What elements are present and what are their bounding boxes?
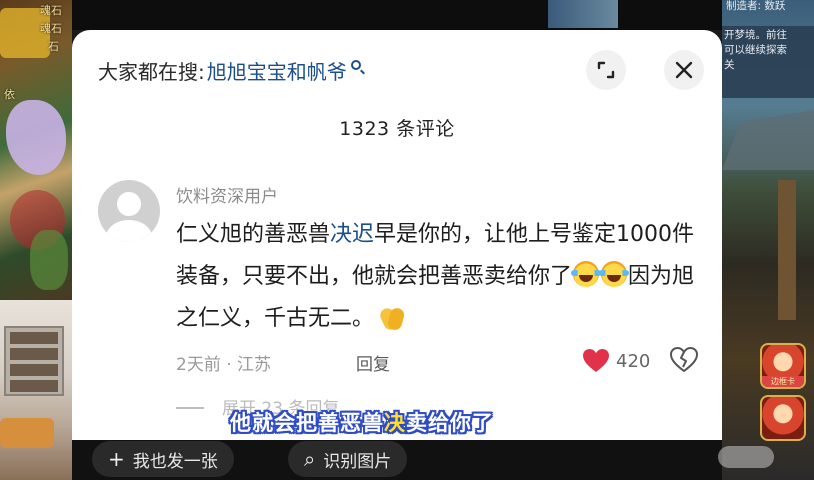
- dislike-button[interactable]: [669, 346, 699, 377]
- search-image-icon: ⌕: [304, 447, 316, 471]
- comment-highlight: 决迟: [330, 222, 375, 247]
- plus-icon: +: [108, 447, 125, 471]
- game-overlay-text: 魂石: [40, 22, 62, 35]
- post-image-button[interactable]: + 我也发一张: [92, 441, 234, 477]
- divider-line: [176, 407, 204, 409]
- comment-text: 仁义旭的善恶兽决迟早是你的，让他上号鉴定1000件装备，只要不出，他就会把善恶卖…: [176, 222, 695, 332]
- game-overlay-text: 开梦境。前往: [724, 29, 787, 41]
- game-avatar-card: 边框卡: [760, 343, 806, 389]
- watermark: [718, 446, 774, 468]
- laughing-crying-emoji-icon: [571, 261, 602, 287]
- game-overlay-text: 魂石: [40, 4, 62, 17]
- laughing-crying-emoji-icon: [599, 261, 630, 287]
- comment-username[interactable]: 饮料资深用户: [176, 182, 278, 207]
- post-image-label: 我也发一张: [132, 451, 218, 472]
- search-term-link[interactable]: 旭旭宝宝和帆爷: [207, 56, 347, 85]
- game-avatar-card: [760, 395, 806, 441]
- top-strip: [72, 0, 722, 30]
- broken-heart-icon: [669, 346, 699, 373]
- game-overlay-text: 制造者: 数跃: [726, 0, 786, 12]
- like-button[interactable]: 420: [582, 348, 650, 374]
- search-icon: [350, 59, 361, 70]
- recognize-image-button[interactable]: ⌕ 识别图片: [288, 441, 408, 477]
- video-subtitle: 他就会把善恶兽决卖给你了: [230, 411, 494, 435]
- reply-button[interactable]: 回复: [356, 350, 390, 375]
- left-game-scene: 魂石 魂石 石 依: [0, 0, 72, 300]
- game-overlay-text: 石: [48, 40, 59, 53]
- expand-icon: [597, 61, 615, 79]
- left-room-scene: [0, 300, 72, 480]
- search-prefix: 大家都在搜:: [98, 60, 205, 84]
- comment-time-location: 2天前 · 江苏: [176, 355, 272, 375]
- game-overlay-text: 依: [4, 88, 15, 101]
- recognize-image-label: 识别图片: [323, 451, 392, 472]
- heart-icon: [583, 349, 609, 372]
- clapping-hands-emoji-icon: [378, 302, 406, 332]
- expand-button[interactable]: [586, 50, 626, 90]
- avatar[interactable]: [98, 180, 160, 242]
- close-button[interactable]: [664, 50, 704, 90]
- game-overlay-text: 可以继续探索: [724, 44, 787, 56]
- game-overlay-text: 关: [724, 59, 735, 71]
- close-icon: [675, 61, 693, 79]
- comment-sheet: 大家都在搜: 旭旭宝宝和帆爷 1323 条评论 饮料资深用户 仁义旭的善恶兽决迟…: [72, 30, 722, 440]
- comment-count: 1323 条评论: [339, 118, 455, 140]
- like-count: 420: [616, 350, 651, 372]
- search-suggestion[interactable]: 大家都在搜: 旭旭宝宝和帆爷: [98, 56, 361, 85]
